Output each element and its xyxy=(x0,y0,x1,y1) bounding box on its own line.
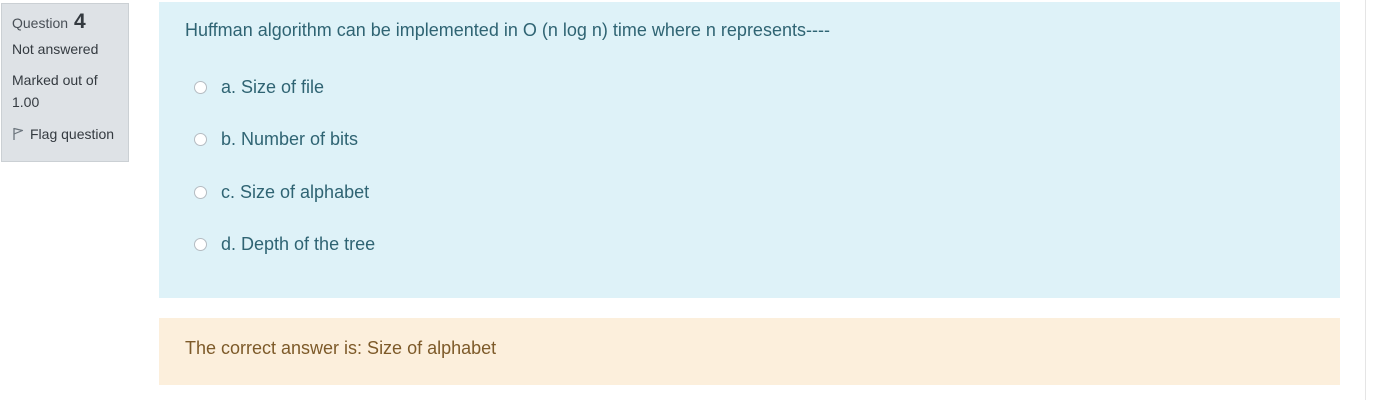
answer-option-d[interactable]: d. Depth of the tree xyxy=(194,234,375,255)
question-feedback: The correct answer is: Size of alphabet xyxy=(159,318,1340,385)
flag-icon xyxy=(13,127,24,140)
flag-question-label: Flag question xyxy=(30,126,115,142)
question-state: Not answered xyxy=(12,41,99,57)
question-info-panel: Question 4 Not answered Marked out of 1.… xyxy=(1,3,129,162)
question-label: Question xyxy=(12,15,69,31)
flag-question-link[interactable]: Flag question xyxy=(12,125,118,143)
question-formulation: Huffman algorithm can be implemented in … xyxy=(159,2,1340,298)
answer-option-label: b. Number of bits xyxy=(221,129,359,149)
quiz-page: Question 4 Not answered Marked out of 1.… xyxy=(0,0,1379,400)
question-number: Question 4 xyxy=(12,10,118,36)
answer-option-a[interactable]: a. Size of file xyxy=(194,77,324,98)
answer-option-b[interactable]: b. Number of bits xyxy=(194,129,358,150)
question-number-value: 4 xyxy=(73,10,86,33)
answer-option-label: a. Size of file xyxy=(221,77,325,97)
radio-button-c[interactable] xyxy=(194,186,207,199)
right-answer-text: The correct answer is: Size of alphabet xyxy=(185,338,497,358)
radio-button-b[interactable] xyxy=(194,133,207,146)
answer-option-label: d. Depth of the tree xyxy=(221,234,376,254)
question-grade: Marked out of 1.00 xyxy=(12,72,98,110)
question-text: Huffman algorithm can be implemented in … xyxy=(185,20,830,40)
page-divider xyxy=(1365,0,1366,400)
radio-button-a[interactable] xyxy=(194,81,207,94)
radio-button-d[interactable] xyxy=(194,238,207,251)
answer-option-c[interactable]: c. Size of alphabet xyxy=(194,182,369,203)
answer-option-label: c. Size of alphabet xyxy=(221,182,370,202)
